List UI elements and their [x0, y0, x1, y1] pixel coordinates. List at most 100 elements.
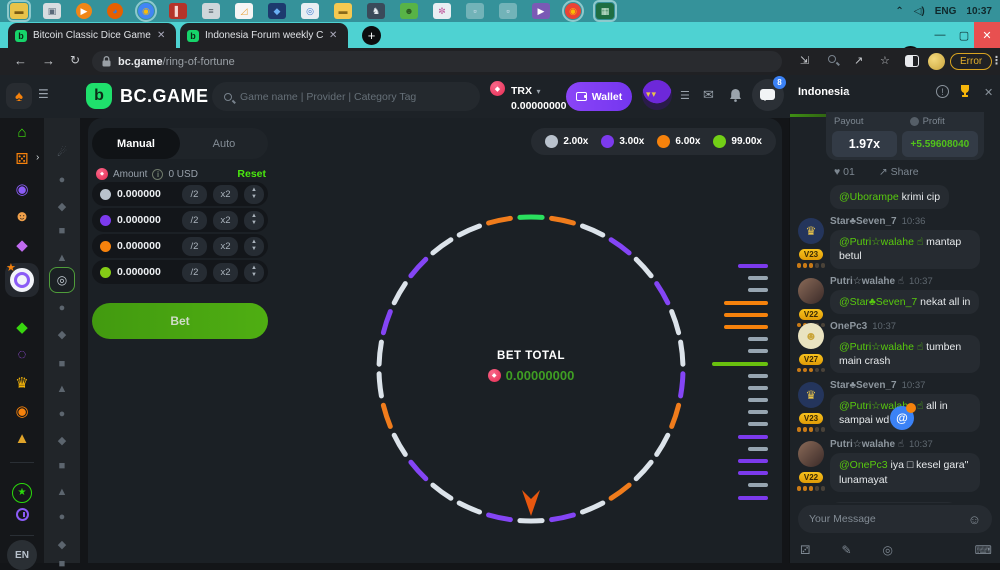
username[interactable]: OnePc3 [830, 321, 867, 332]
amount-stepper[interactable]: ▲▼ [244, 237, 264, 256]
sidebar-item-sports[interactable]: ◉ [0, 180, 44, 198]
chrome-icon[interactable]: ◉ [138, 3, 154, 19]
coinflip-tool-icon[interactable]: ◎ [883, 543, 893, 557]
tray-chevron-up-icon[interactable]: ⌃ [895, 6, 903, 17]
window-close-button[interactable]: ✕ [974, 22, 1000, 48]
double-button[interactable]: x2 [213, 263, 238, 282]
sidebar-item-bingo[interactable]: ◉ [0, 402, 44, 420]
sidebar-game-icon-0[interactable]: ☄ [44, 146, 80, 159]
bet-input-row-2[interactable]: 0.000000/2 x2 ▲▼ [92, 234, 268, 258]
avatar[interactable]: ♛ [798, 382, 824, 408]
volume-icon[interactable]: ◁) [914, 6, 925, 17]
bet-amount-value[interactable]: 0.000000 [117, 214, 176, 226]
tab1-close-icon[interactable]: ✕ [157, 30, 165, 41]
sidebar-item-vip-club[interactable]: ☻ [0, 208, 44, 225]
spade-icon[interactable]: ♠ [6, 83, 32, 109]
bet-result-card[interactable]: Payout Profit 1.97x +5.59608040 [826, 112, 984, 160]
chat-message[interactable]: ♛V23Star♣Seven_710:36@Putri☆walahe ☝ man… [790, 216, 1000, 268]
chat-message[interactable]: ☻V27OnePc310:37@Putri☆walahe ☝ tumben ma… [790, 321, 1000, 373]
emoji-icon[interactable]: ☺ [968, 512, 981, 527]
browser-menu-icon[interactable]: ⋮ [991, 54, 1000, 67]
username[interactable]: Putri☆walahe ☝ [830, 276, 904, 287]
sidebar-game-icon-5[interactable]: ● [44, 302, 80, 314]
mention-link[interactable]: @Star♣Seven_7 [839, 296, 917, 308]
sidebar-hamburger-icon[interactable]: ☰ [38, 87, 49, 101]
avatar[interactable]: ☻ [798, 323, 824, 349]
sidebar-item-lottery[interactable]: ◆ [0, 236, 44, 254]
dice-tool-icon[interactable]: ⚂ [800, 543, 810, 557]
chat-info-icon[interactable]: ! [936, 85, 949, 98]
clipboard-app-icon[interactable]: ≡ [202, 3, 220, 19]
window-minimize-button[interactable]: — [928, 22, 952, 48]
faded-app-icon[interactable]: ▫ [466, 3, 484, 19]
bet-amount-value[interactable]: 0.000000 [117, 240, 176, 252]
sidebar-item-originals[interactable]: ★ [5, 263, 39, 297]
paint-app-icon[interactable]: ◿ [235, 3, 253, 19]
sidebar-item-bonus[interactable]: ◆ [0, 318, 44, 336]
pen-tool-icon[interactable]: ✎ [841, 543, 851, 557]
chat-message[interactable]: V22Putri☆walahe ☝10:37@OnePc3 iya □ kese… [790, 439, 1000, 491]
sidebar-game-icon-1[interactable]: ● [44, 174, 80, 186]
sidebar-game-icon-13[interactable]: ● [44, 511, 80, 523]
half-button[interactable]: /2 [182, 237, 207, 256]
file-explorer-icon[interactable]: ▬ [10, 3, 28, 19]
sidebar-game-icon-11[interactable]: ■ [44, 460, 80, 472]
sidebar-item-casino[interactable]: ⚄› [0, 150, 44, 168]
casino-expand-chevron-icon[interactable]: › [36, 152, 39, 163]
chat-message[interactable]: @Star♣Seven_7 aminn [790, 499, 1000, 503]
photoshop-icon[interactable]: ◆ [268, 3, 286, 19]
address-bar[interactable]: bc.game /ring-of-fortune [92, 51, 782, 72]
game-search-input[interactable]: Game name | Provider | Category Tag [212, 82, 480, 111]
language-button[interactable]: EN [7, 540, 37, 570]
book-app-icon[interactable]: ▌ [169, 3, 187, 19]
amount-stepper[interactable]: ▲▼ [244, 263, 264, 282]
mention-link[interactable]: @Uborampe [839, 191, 899, 203]
half-button[interactable]: /2 [182, 263, 207, 282]
side-panel-icon[interactable] [905, 55, 919, 67]
bcgame-logo[interactable]: b BC.GAME [86, 83, 209, 109]
chat-toggle-button[interactable]: 8 [752, 79, 784, 111]
sidebar-item-recent[interactable] [0, 508, 44, 525]
mention-link[interactable]: @Putri☆walahe ☝ [839, 236, 923, 248]
user-avatar[interactable] [642, 80, 672, 110]
back-button[interactable]: ← [14, 53, 27, 68]
chrome2-icon[interactable]: ◉ [565, 3, 581, 19]
mention-link[interactable]: @Putri☆walahe ☝ [839, 341, 923, 353]
sidebar-game-icon-7[interactable]: ■ [44, 358, 80, 370]
half-button[interactable]: /2 [182, 185, 207, 204]
reload-button[interactable]: ↻ [70, 53, 80, 67]
share-button[interactable]: ↗ Share [879, 166, 919, 178]
browser-tab-1[interactable]: b Bitcoin Classic Dice Game - Play | ✕ [8, 23, 176, 48]
zoom-icon[interactable] [828, 54, 836, 66]
wallet-button[interactable]: Wallet [566, 82, 632, 111]
reset-button[interactable]: Reset [237, 168, 266, 180]
tray-clock[interactable]: 10:37 [966, 6, 992, 17]
chat-close-icon[interactable]: ✕ [984, 86, 993, 99]
tray-language[interactable]: ENG [935, 6, 957, 17]
browser-tab-2[interactable]: b Indonesia Forum weekly Challeng ✕ [180, 23, 348, 48]
username[interactable]: Star♣Seven_7 [830, 380, 897, 391]
new-tab-button[interactable]: + [362, 26, 381, 45]
install-icon[interactable]: ⇲ [800, 54, 809, 67]
bet-amount-value[interactable]: 0.000000 [117, 266, 176, 278]
double-button[interactable]: x2 [213, 237, 238, 256]
mention-jump-button[interactable]: @ [890, 406, 914, 430]
folder-app-icon[interactable]: ▬ [334, 3, 352, 19]
chat-message[interactable]: @Uborampe krimi cip [790, 182, 1000, 209]
half-button[interactable]: /2 [182, 211, 207, 230]
amount-stepper[interactable]: ▲▼ [244, 185, 264, 204]
balance-selector[interactable]: ◆ TRX ▾ 0.00000000 [490, 81, 566, 112]
tab2-close-icon[interactable]: ✕ [329, 30, 337, 41]
sidebar-item-home[interactable]: ⌂ [0, 124, 44, 141]
like-button[interactable]: ♥ 01 [834, 166, 855, 178]
rank-list-icon[interactable]: ☰ [680, 89, 690, 102]
double-button[interactable]: x2 [213, 185, 238, 204]
sidebar-game-icon-3[interactable]: ■ [44, 225, 80, 237]
bet-input-row-0[interactable]: 0.000000/2x2▲▼ [92, 182, 268, 206]
mail-icon[interactable]: ✉ [703, 87, 714, 103]
bell-icon[interactable] [729, 88, 742, 102]
avatar[interactable] [798, 278, 824, 304]
sidebar-game-icon-9[interactable]: ● [44, 408, 80, 420]
chat-message-list[interactable]: @Uborampe krimi cip ♛V23Star♣Seven_710:36… [790, 182, 1000, 503]
forward-button[interactable]: → [42, 53, 55, 68]
